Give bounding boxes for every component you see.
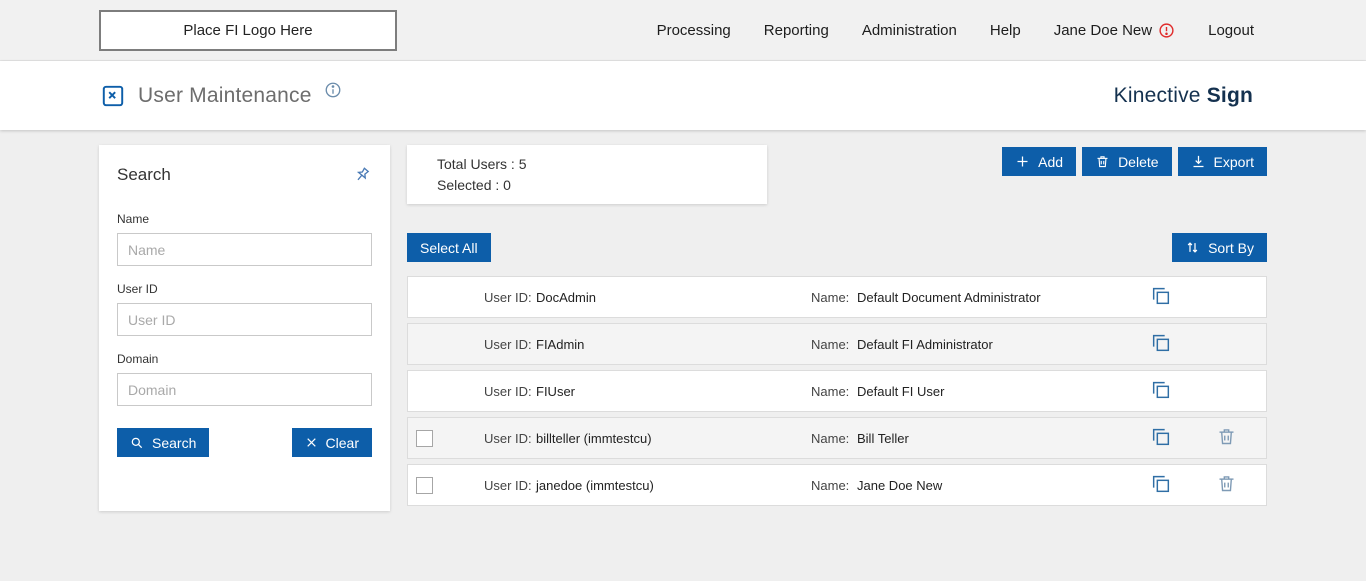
user-id-value: FIAdmin: [536, 336, 585, 352]
search-button[interactable]: Search: [117, 428, 210, 457]
user-id-label: User ID:: [484, 289, 532, 305]
nav-administration[interactable]: Administration: [862, 22, 957, 39]
userid-field-label: User ID: [117, 282, 158, 296]
name-input[interactable]: [117, 233, 372, 266]
row-delete-icon[interactable]: [1216, 473, 1237, 497]
domain-field-label: Domain: [117, 352, 159, 366]
top-navigation: Processing Reporting Administration Help…: [657, 22, 1254, 39]
search-panel: Search Name User ID Domain: [99, 145, 390, 511]
row-delete-icon[interactable]: [1216, 426, 1237, 450]
fi-logo-placeholder: Place FI Logo Here: [99, 9, 397, 51]
main-area: Search Name User ID Domain: [0, 130, 1366, 511]
name-label: Name:: [811, 289, 850, 305]
row-checkbox[interactable]: [416, 476, 433, 494]
user-id-label: User ID:: [484, 336, 532, 352]
plus-icon: [1015, 154, 1030, 169]
nav-current-user[interactable]: Jane Doe New: [1054, 22, 1175, 39]
trash-icon: [1095, 154, 1110, 169]
name-value: Default FI User: [857, 383, 945, 399]
name-value: Bill Teller: [857, 430, 909, 446]
sort-by-button[interactable]: Sort By: [1172, 233, 1267, 262]
user-id-label: User ID:: [484, 477, 532, 493]
add-button[interactable]: Add: [1002, 147, 1077, 176]
search-icon: [130, 436, 144, 450]
name-field-label: Name: [117, 212, 150, 226]
name-label: Name:: [811, 477, 850, 493]
name-label: Name:: [811, 383, 850, 399]
user-id-label: User ID:: [484, 430, 532, 446]
table-row: User ID: FIUser Name: Default FI User: [407, 370, 1267, 412]
delete-button[interactable]: Delete: [1082, 147, 1172, 176]
name-label: Name:: [811, 336, 850, 352]
nav-reporting[interactable]: Reporting: [764, 22, 829, 39]
user-maintenance-icon: [100, 83, 126, 109]
name-value: Default FI Administrator: [857, 336, 993, 352]
name-value: Default Document Administrator: [857, 289, 1041, 305]
table-row: User ID: FIAdmin Name: Default FI Admini…: [407, 323, 1267, 365]
sort-icon: [1185, 240, 1200, 255]
nav-logout[interactable]: Logout: [1208, 22, 1254, 39]
copy-icon[interactable]: [1150, 426, 1172, 451]
page-title: User Maintenance: [138, 83, 312, 107]
pin-icon[interactable]: [352, 165, 372, 190]
total-users-text: Total Users : 5: [437, 156, 527, 172]
domain-input[interactable]: [117, 373, 372, 406]
download-icon: [1191, 154, 1206, 169]
sub-header: User Maintenance Kinective Sign: [0, 61, 1366, 130]
table-row: User ID: DocAdmin Name: Default Document…: [407, 276, 1267, 318]
info-icon[interactable]: [324, 81, 342, 99]
search-panel-title: Search: [117, 165, 171, 184]
row-checkbox[interactable]: [416, 429, 433, 447]
copy-icon[interactable]: [1150, 285, 1172, 310]
table-row: User ID: janedoe (immtestcu) Name: Jane …: [407, 464, 1267, 506]
nav-processing[interactable]: Processing: [657, 22, 731, 39]
summary-box: Total Users : 5 Selected : 0: [407, 145, 767, 204]
user-id-value: FIUser: [536, 383, 575, 399]
copy-icon[interactable]: [1150, 473, 1172, 498]
user-alert-icon[interactable]: [1158, 22, 1175, 39]
clear-button[interactable]: Clear: [291, 428, 372, 457]
user-id-value: billteller (immtestcu): [536, 430, 652, 446]
brand-logo: Kinective Sign: [1113, 83, 1253, 107]
name-label: Name:: [811, 430, 850, 446]
name-value: Jane Doe New: [857, 477, 943, 493]
top-bar: Place FI Logo Here Processing Reporting …: [0, 0, 1366, 61]
user-id-value: janedoe (immtestcu): [536, 477, 654, 493]
nav-help[interactable]: Help: [990, 22, 1021, 39]
table-row: User ID: billteller (immtestcu) Name: Bi…: [407, 417, 1267, 459]
export-button[interactable]: Export: [1177, 147, 1267, 176]
selected-count-text: Selected : 0: [437, 177, 511, 193]
user-id-label: User ID:: [484, 383, 532, 399]
select-all-button[interactable]: Select All: [407, 233, 491, 262]
clear-icon: [305, 436, 318, 449]
user-id-value: DocAdmin: [536, 289, 596, 305]
user-list: User ID: DocAdmin Name: Default Document…: [407, 276, 1267, 506]
userid-input[interactable]: [117, 303, 372, 336]
copy-icon[interactable]: [1150, 379, 1172, 404]
copy-icon[interactable]: [1150, 332, 1172, 357]
content-area: Total Users : 5 Selected : 0 Add Delete …: [407, 145, 1267, 511]
